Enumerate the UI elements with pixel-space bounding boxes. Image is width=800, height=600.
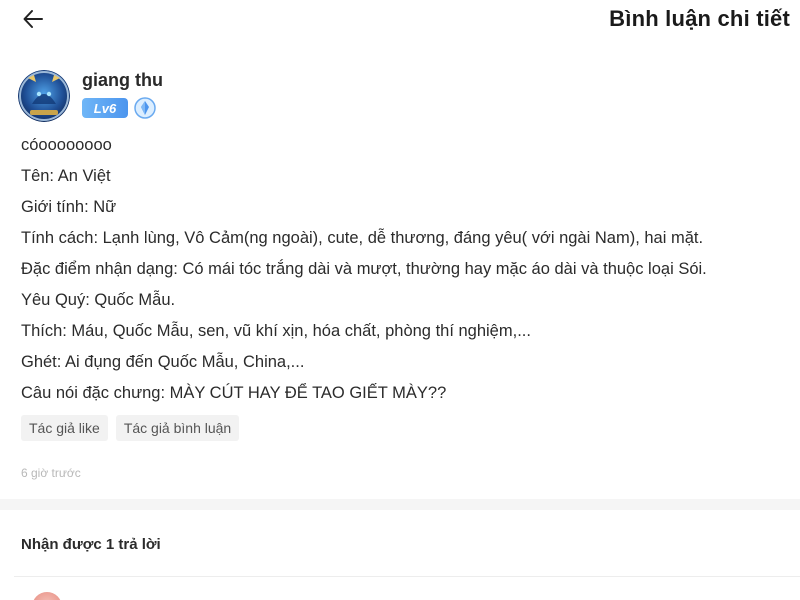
avatar[interactable] <box>18 70 70 122</box>
comment-line: cóoooooooo <box>21 136 112 154</box>
comment-body: cóoooooooo Tên: An Việt Giới tính: Nữ Tí… <box>21 134 791 413</box>
comment-line: Yêu Quý: Quốc Mẫu. <box>21 291 176 309</box>
username[interactable]: giang thu <box>82 70 163 91</box>
comment-tags: Tác giả like Tác giả bình luận <box>21 415 240 441</box>
comment-line: Tên: An Việt <box>21 167 111 185</box>
reply-avatar[interactable] <box>32 592 62 600</box>
comment-line: Ghét: Ai đụng đến Quốc Mẫu, China,... <box>21 353 305 371</box>
comment-line: Giới tính: Nữ <box>21 198 117 216</box>
back-button[interactable] <box>18 4 48 34</box>
page-title: Bình luận chi tiết <box>609 6 790 31</box>
top-bar: Bình luận chi tiết <box>0 0 800 40</box>
tag-author-commented: Tác giả bình luận <box>115 415 240 441</box>
comment-timestamp: 6 giờ trước <box>21 466 81 480</box>
comment-line: Đặc điểm nhận dạng: Có mái tóc trắng dài… <box>21 260 707 278</box>
arrow-left-icon <box>23 10 43 28</box>
crystal-badge-icon <box>134 97 156 119</box>
replies-count-header: Nhận được 1 trả lời <box>21 536 161 553</box>
comment-author: giang thu Lv6 <box>18 68 418 124</box>
level-badge: Lv6 <box>82 98 128 118</box>
section-divider <box>0 499 800 510</box>
comment-line: Tính cách: Lạnh lùng, Vô Cảm(ng ngoài), … <box>21 229 704 247</box>
tag-author-liked: Tác giả like <box>21 415 108 441</box>
comment-line: Câu nói đặc chưng: MÀY CÚT HAY ĐỂ TAO GI… <box>21 384 447 402</box>
comment-line: Thích: Máu, Quốc Mẫu, sen, vũ khí xịn, h… <box>21 322 531 340</box>
avatar-image <box>18 70 70 122</box>
reply-separator <box>14 576 800 577</box>
